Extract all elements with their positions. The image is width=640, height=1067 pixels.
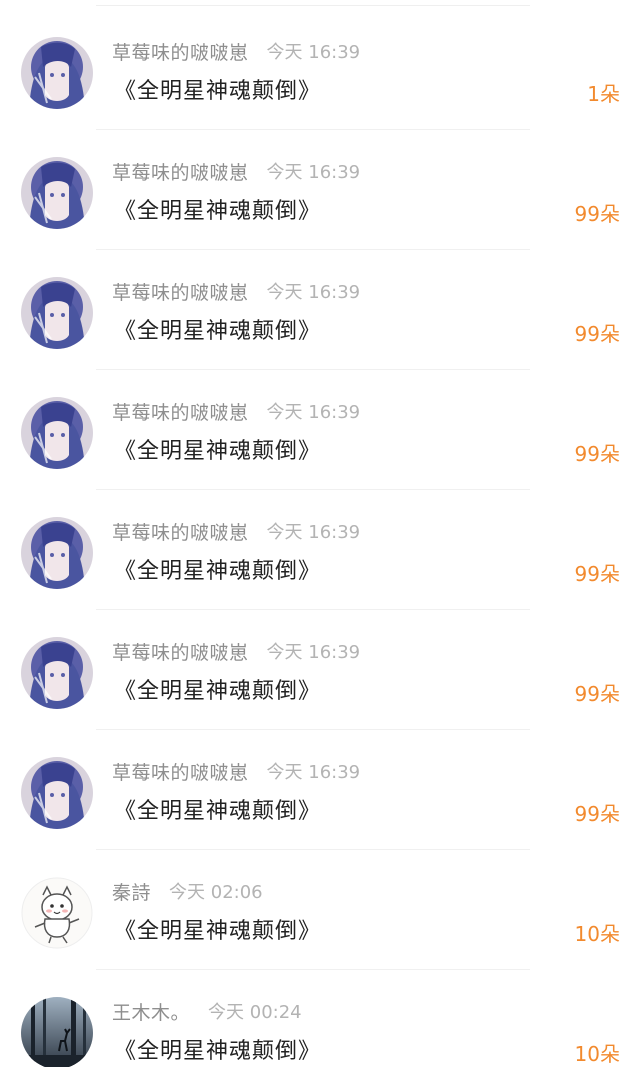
book-title[interactable]: 《全明星神魂颠倒》	[114, 433, 321, 465]
avatar-icon[interactable]	[21, 517, 93, 589]
book-title[interactable]: 《全明星神魂颠倒》	[114, 913, 321, 945]
list-item[interactable]: 草莓味的啵啵崽 今天 16:39 《全明星神魂颠倒》 99朵	[0, 730, 640, 850]
book-title[interactable]: 《全明星神魂颠倒》	[114, 313, 321, 345]
timestamp: 今天 16:39	[266, 762, 361, 783]
flower-count: 1朵	[587, 82, 620, 106]
username[interactable]: 草莓味的啵啵崽	[112, 638, 249, 665]
book-title[interactable]: 《全明星神魂颠倒》	[114, 673, 321, 705]
list-item[interactable]: 秦詩 今天 02:06 《全明星神魂颠倒》 10朵	[0, 850, 640, 970]
flower-count: 99朵	[574, 802, 620, 826]
timestamp: 今天 16:39	[266, 522, 361, 543]
avatar-icon[interactable]	[21, 37, 93, 109]
comment-meta: 草莓味的啵啵崽 今天 16:39	[112, 157, 360, 185]
avatar-icon[interactable]	[21, 277, 93, 349]
username[interactable]: 草莓味的啵啵崽	[112, 158, 249, 185]
book-title[interactable]: 《全明星神魂颠倒》	[114, 793, 321, 825]
timestamp: 今天 16:39	[266, 642, 361, 663]
gift-comment-list: 草莓味的啵啵崽 今天 16:39 《全明星神魂颠倒》 1朵 草莓味的啵啵崽 今天…	[0, 0, 640, 1067]
flower-count: 99朵	[574, 562, 620, 586]
comment-meta: 草莓味的啵啵崽 今天 16:39	[112, 397, 360, 425]
timestamp: 今天 16:39	[266, 42, 361, 63]
timestamp: 今天 16:39	[266, 162, 361, 183]
flower-count: 99朵	[574, 682, 620, 706]
username[interactable]: 草莓味的啵啵崽	[112, 758, 249, 785]
avatar-icon[interactable]	[21, 637, 93, 709]
username[interactable]: 秦詩	[112, 878, 151, 905]
flower-count: 99朵	[574, 202, 620, 226]
comment-meta: 草莓味的啵啵崽 今天 16:39	[112, 637, 360, 665]
timestamp: 今天 16:39	[266, 402, 361, 423]
comment-meta: 草莓味的啵啵崽 今天 16:39	[112, 517, 360, 545]
flower-count: 10朵	[574, 1042, 620, 1066]
username[interactable]: 草莓味的啵啵崽	[112, 278, 249, 305]
avatar-icon[interactable]	[21, 877, 93, 949]
list-item[interactable]: 草莓味的啵啵崽 今天 16:39 《全明星神魂颠倒》 99朵	[0, 130, 640, 250]
list-item[interactable]: 草莓味的啵啵崽 今天 16:39 《全明星神魂颠倒》 99朵	[0, 370, 640, 490]
flower-count: 10朵	[574, 922, 620, 946]
book-title[interactable]: 《全明星神魂颠倒》	[114, 553, 321, 585]
flower-count: 99朵	[574, 442, 620, 466]
book-title[interactable]: 《全明星神魂颠倒》	[114, 193, 321, 225]
username[interactable]: 草莓味的啵啵崽	[112, 38, 249, 65]
avatar-icon[interactable]	[21, 757, 93, 829]
timestamp: 今天 00:24	[208, 1002, 302, 1023]
flower-count: 99朵	[574, 322, 620, 346]
comment-meta: 草莓味的啵啵崽 今天 16:39	[112, 277, 360, 305]
comment-meta: 秦詩 今天 02:06	[112, 877, 263, 905]
list-item[interactable]: 草莓味的啵啵崽 今天 16:39 《全明星神魂颠倒》 1朵	[0, 10, 640, 130]
list-item[interactable]: 草莓味的啵啵崽 今天 16:39 《全明星神魂颠倒》 99朵	[0, 610, 640, 730]
list-item[interactable]: 草莓味的啵啵崽 今天 16:39 《全明星神魂颠倒》 99朵	[0, 490, 640, 610]
list-item[interactable]: 王木木。 今天 00:24 《全明星神魂颠倒》 10朵	[0, 970, 640, 1067]
username[interactable]: 草莓味的啵啵崽	[112, 518, 249, 545]
list-item[interactable]: 草莓味的啵啵崽 今天 16:39 《全明星神魂颠倒》 99朵	[0, 250, 640, 370]
timestamp: 今天 02:06	[169, 882, 263, 903]
book-title[interactable]: 《全明星神魂颠倒》	[114, 1033, 321, 1065]
divider	[96, 5, 530, 6]
avatar-icon[interactable]	[21, 157, 93, 229]
username[interactable]: 王木木。	[112, 998, 190, 1025]
comment-meta: 草莓味的啵啵崽 今天 16:39	[112, 37, 360, 65]
username[interactable]: 草莓味的啵啵崽	[112, 398, 249, 425]
comment-meta: 王木木。 今天 00:24	[112, 997, 302, 1025]
comment-meta: 草莓味的啵啵崽 今天 16:39	[112, 757, 360, 785]
book-title[interactable]: 《全明星神魂颠倒》	[114, 73, 321, 105]
avatar-icon[interactable]	[21, 997, 93, 1067]
timestamp: 今天 16:39	[266, 282, 361, 303]
avatar-icon[interactable]	[21, 397, 93, 469]
